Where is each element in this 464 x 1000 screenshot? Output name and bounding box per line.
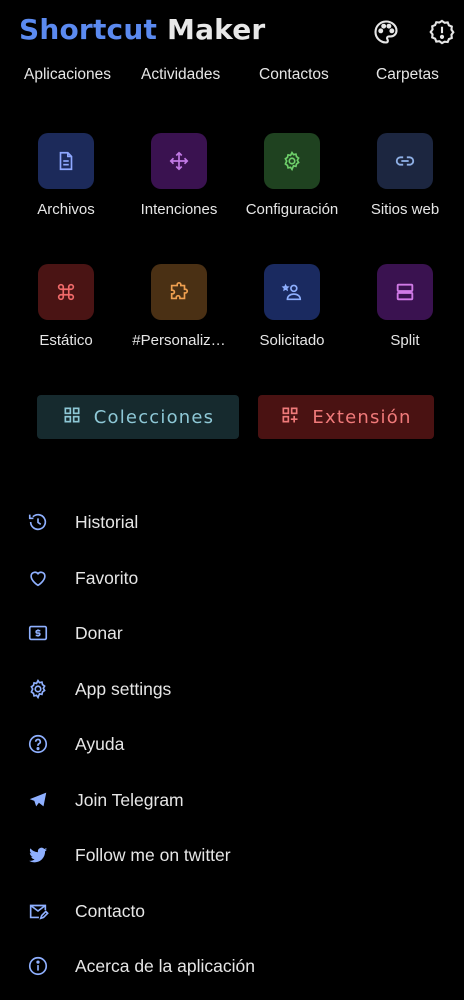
dollar-icon xyxy=(26,621,50,645)
tab-carpetas[interactable]: Carpetas xyxy=(376,66,439,84)
tab-actividades[interactable]: Actividades xyxy=(141,66,220,84)
collections-label: Colecciones xyxy=(93,406,215,428)
grid-label-split: Split xyxy=(390,332,420,349)
grid-label-sitios-web: Sitios web xyxy=(370,201,440,218)
grid-item-intenciones[interactable]: Intenciones xyxy=(121,133,237,218)
file-icon xyxy=(38,133,94,189)
grid-item-estatico[interactable]: Estático xyxy=(8,264,124,349)
palette-icon[interactable] xyxy=(372,18,400,46)
menu-label-donar: Donar xyxy=(75,622,123,643)
menu-label-ayuda: Ayuda xyxy=(75,733,125,754)
menu-item-app-settings[interactable]: App settings xyxy=(0,667,464,711)
menu-item-contacto[interactable]: Contacto xyxy=(0,889,464,933)
grid-label-solicitado: Solicitado xyxy=(259,332,325,349)
app-title-part2: Maker xyxy=(167,13,266,46)
menu-label-join-telegram: Join Telegram xyxy=(75,789,184,810)
extension-button[interactable]: Extensión xyxy=(258,395,434,439)
menu-item-historial[interactable]: Historial xyxy=(0,500,464,544)
menu-label-twitter: Follow me on twitter xyxy=(75,844,231,865)
telegram-icon xyxy=(26,788,50,812)
help-icon xyxy=(26,732,50,756)
settings-alert-icon[interactable] xyxy=(428,18,456,46)
collections-button[interactable]: Colecciones xyxy=(37,395,239,439)
category-tabs: Aplicaciones Actividades Contactos Carpe… xyxy=(0,66,464,90)
grid-item-split[interactable]: Split xyxy=(347,264,463,349)
menu-label-historial: Historial xyxy=(75,511,139,532)
tab-aplicaciones[interactable]: Aplicaciones xyxy=(24,66,111,84)
history-icon xyxy=(26,510,50,534)
menu-item-ayuda[interactable]: Ayuda xyxy=(0,722,464,766)
menu-label-favorito: Favorito xyxy=(75,567,139,588)
tab-contactos[interactable]: Contactos xyxy=(259,66,329,84)
gear-icon xyxy=(26,677,50,701)
grid-label-archivos: Archivos xyxy=(37,201,95,218)
arrows-icon xyxy=(151,133,207,189)
extension-label: Extensión xyxy=(312,406,412,428)
info-icon xyxy=(26,954,50,978)
menu-label-acerca: Acerca de la aplicación xyxy=(75,955,255,976)
command-icon xyxy=(38,264,94,320)
grid-item-sitios-web[interactable]: Sitios web xyxy=(347,133,463,218)
gear-icon xyxy=(264,133,320,189)
menu-item-join-telegram[interactable]: Join Telegram xyxy=(0,778,464,822)
app-title-part1: Shortcut xyxy=(19,13,158,46)
grid-label-intenciones: Intenciones xyxy=(140,201,218,218)
app-title: Shortcut Maker xyxy=(19,13,265,46)
menu-item-acerca[interactable]: Acerca de la aplicación xyxy=(0,944,464,988)
grid-label-configuracion: Configuración xyxy=(245,201,339,218)
grid-label-personalizado: #Personaliz… xyxy=(132,332,226,349)
menu-label-app-settings: App settings xyxy=(75,678,172,699)
grid-label-estatico: Estático xyxy=(39,332,93,349)
person-star-icon xyxy=(264,264,320,320)
grid-icon xyxy=(62,405,82,430)
menu-item-favorito[interactable]: Favorito xyxy=(0,556,464,600)
app-header: Shortcut Maker xyxy=(0,0,464,64)
twitter-icon xyxy=(26,843,50,867)
link-icon xyxy=(377,133,433,189)
menu-item-donar[interactable]: Donar xyxy=(0,611,464,655)
menu-item-twitter[interactable]: Follow me on twitter xyxy=(0,833,464,877)
grid-item-solicitado[interactable]: Solicitado xyxy=(234,264,350,349)
mail-edit-icon xyxy=(26,899,50,923)
grid-item-archivos[interactable]: Archivos xyxy=(8,133,124,218)
add-grid-icon xyxy=(280,405,300,430)
grid-item-personalizado[interactable]: #Personaliz… xyxy=(121,264,237,349)
split-icon xyxy=(377,264,433,320)
grid-item-configuracion[interactable]: Configuración xyxy=(234,133,350,218)
menu-label-contacto: Contacto xyxy=(75,900,146,921)
puzzle-icon xyxy=(151,264,207,320)
heart-icon xyxy=(26,566,50,590)
